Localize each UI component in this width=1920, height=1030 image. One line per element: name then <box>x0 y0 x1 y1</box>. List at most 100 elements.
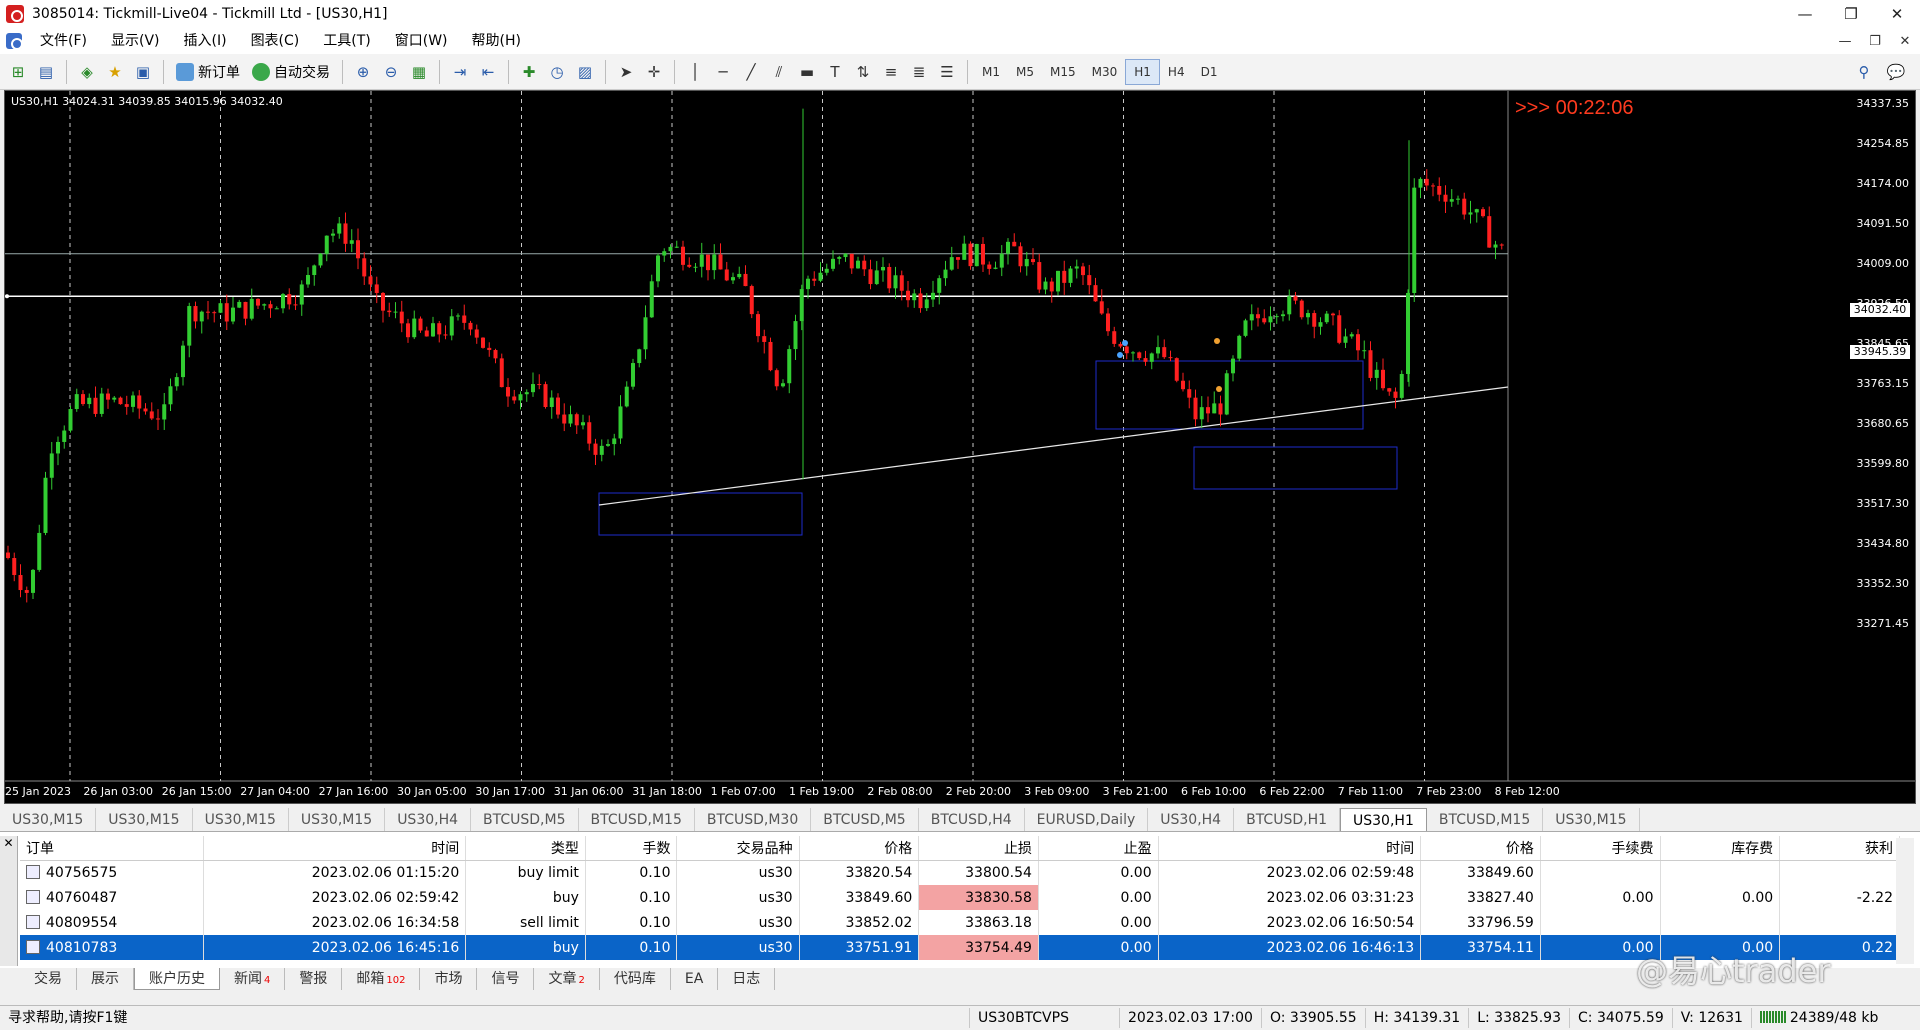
price-chart[interactable]: US30,H1 34024.31 34039.85 34015.96 34032… <box>4 90 1916 804</box>
chart-tab[interactable]: BTCUSD,H4 <box>919 808 1025 831</box>
timeframe-h4[interactable]: H4 <box>1160 59 1193 85</box>
terminal-tab[interactable]: 账户历史 <box>134 968 220 990</box>
terminal-tab[interactable]: 文章 2 <box>534 968 600 990</box>
text-icon[interactable]: T <box>821 58 849 86</box>
timeframe-d1[interactable]: D1 <box>1193 59 1226 85</box>
maximize-button[interactable]: ❐ <box>1828 0 1874 28</box>
column-header[interactable]: 手续费 <box>1540 836 1661 861</box>
chart-tab[interactable]: US30,M15 <box>96 808 193 831</box>
chart-tab[interactable]: US30,M15 <box>193 808 289 831</box>
table-row[interactable]: 40810783 2023.02.06 16:45:16 buy 0.10 us30 33… <box>20 935 1900 960</box>
equidistant-channel-icon[interactable]: ⫽ <box>765 58 793 86</box>
chart-tab[interactable]: US30,H4 <box>385 808 472 831</box>
timeframe-m15[interactable]: M15 <box>1042 59 1084 85</box>
chart-tab[interactable]: BTCUSD,M15 <box>579 808 695 831</box>
chart-tab[interactable]: BTCUSD,M5 <box>471 808 579 831</box>
chat-icon[interactable]: 💬 <box>1882 58 1910 86</box>
terminal-tab[interactable]: 交易 <box>20 968 77 990</box>
mdi-restore-icon[interactable]: ❐ <box>1860 34 1890 49</box>
table-row[interactable]: 40756575 2023.02.06 01:15:20 buy limit 0.10… <box>20 860 1900 885</box>
close-button[interactable]: ✕ <box>1874 0 1920 28</box>
mdi-close-icon[interactable]: ✕ <box>1890 34 1920 49</box>
menu-window[interactable]: 窗口(W) <box>383 28 460 54</box>
new-order-button[interactable]: 新订单 <box>170 58 246 86</box>
vertical-line-icon[interactable]: │ <box>681 58 709 86</box>
zoom-in-icon[interactable]: ⊕ <box>349 58 377 86</box>
terminal-tab[interactable]: 日志 <box>718 968 776 990</box>
chart-tab[interactable]: BTCUSD,M30 <box>695 808 812 831</box>
status-traffic[interactable]: 24389/48 kb <box>1752 1008 1887 1028</box>
terminal-tab[interactable]: 信号 <box>477 968 535 990</box>
terminal-tab[interactable]: 代码库 <box>600 968 671 990</box>
menu-tools[interactable]: 工具(T) <box>311 28 382 54</box>
market-watch-icon[interactable]: ◈ <box>73 58 101 86</box>
indicators-icon[interactable]: ✚ <box>515 58 543 86</box>
timeframe-m30[interactable]: M30 <box>1084 59 1126 85</box>
chart-tab[interactable]: BTCUSD,H1 <box>1234 808 1341 831</box>
menu-insert[interactable]: 插入(I) <box>172 28 239 54</box>
navigator-icon[interactable]: ★ <box>101 58 129 86</box>
search-icon[interactable]: ⚲ <box>1850 58 1878 86</box>
table-row[interactable]: 40809554 2023.02.06 16:34:58 sell limit 0.1… <box>20 910 1900 935</box>
column-header[interactable]: 价格 <box>1420 836 1541 861</box>
chart-tab[interactable]: US30,M15 <box>1543 808 1640 831</box>
terminal-close-icon[interactable]: ✕ <box>0 836 17 850</box>
terminal-tab[interactable]: 邮箱 102 <box>342 968 421 990</box>
table-row[interactable]: 40760487 2023.02.06 02:59:42 buy 0.10 us30 33… <box>20 885 1900 910</box>
status-profile[interactable]: US30BTCVPS <box>970 1008 1120 1028</box>
column-header[interactable]: 库存费 <box>1660 836 1781 861</box>
auto-trading-button[interactable]: 自动交易 <box>246 58 336 86</box>
new-chart-icon[interactable]: ⊞ <box>4 58 32 86</box>
chart-tab[interactable]: BTCUSD,M15 <box>1427 808 1544 831</box>
terminal-tab[interactable]: 警报 <box>285 968 343 990</box>
crosshair-icon[interactable]: ✛ <box>640 58 668 86</box>
timeframe-m5[interactable]: M5 <box>1008 59 1042 85</box>
periods-icon[interactable]: ◷ <box>543 58 571 86</box>
zoom-out-icon[interactable]: ⊖ <box>377 58 405 86</box>
horizontal-line-icon[interactable]: ─ <box>709 58 737 86</box>
mdi-minimize-icon[interactable]: — <box>1830 34 1860 49</box>
column-header[interactable]: 价格 <box>799 836 920 861</box>
profiles-icon[interactable]: ▤ <box>32 58 60 86</box>
fibo-fan-icon[interactable]: ≣ <box>905 58 933 86</box>
arrows-icon[interactable]: ⇅ <box>849 58 877 86</box>
menu-charts[interactable]: 图表(C) <box>239 28 312 54</box>
terminal-scrollbar[interactable] <box>1896 838 1914 964</box>
chart-tab[interactable]: US30,H4 <box>1148 808 1235 831</box>
column-header[interactable]: 手数 <box>585 836 678 861</box>
column-header[interactable]: 类型 <box>465 836 586 861</box>
minimize-button[interactable]: — <box>1782 0 1828 28</box>
chart-tab[interactable]: US30,H1 <box>1340 808 1427 831</box>
fibonacci-icon[interactable]: ≡ <box>877 58 905 86</box>
chart-shift-icon[interactable]: ⇥ <box>446 58 474 86</box>
rectangle-icon[interactable]: ▬ <box>793 58 821 86</box>
autoscroll-icon[interactable]: ⇤ <box>474 58 502 86</box>
chart-tab[interactable]: US30,M15 <box>0 808 97 831</box>
cursor-icon[interactable]: ➤ <box>612 58 640 86</box>
gann-icon[interactable]: ☰ <box>933 58 961 86</box>
templates-icon[interactable]: ▨ <box>571 58 599 86</box>
column-header[interactable]: 订单 <box>20 836 204 861</box>
chart-window-icon[interactable] <box>6 33 23 50</box>
trendline-icon[interactable]: ╱ <box>737 58 765 86</box>
tile-windows-icon[interactable]: ▦ <box>405 58 433 86</box>
chart-tab[interactable]: EURUSD,Daily <box>1025 808 1149 831</box>
column-header[interactable]: 止损 <box>918 836 1039 861</box>
column-header[interactable]: 交易品种 <box>676 836 800 861</box>
terminal-tab[interactable]: EA <box>671 968 719 990</box>
timeframe-h1[interactable]: H1 <box>1125 58 1160 85</box>
chart-tab[interactable]: BTCUSD,M5 <box>811 808 919 831</box>
menu-file[interactable]: 文件(F) <box>28 28 99 54</box>
terminal-tab[interactable]: 新闻 4 <box>220 968 286 990</box>
chart-tab[interactable]: US30,M15 <box>289 808 386 831</box>
column-header[interactable]: 时间 <box>203 836 467 861</box>
column-header[interactable]: 获利 <box>1779 836 1900 861</box>
terminal-tab[interactable]: 市场 <box>420 968 478 990</box>
terminal-tab[interactable]: 展示 <box>77 968 134 990</box>
menu-help[interactable]: 帮助(H) <box>460 28 533 54</box>
column-header[interactable]: 止盈 <box>1038 836 1159 861</box>
terminal-icon[interactable]: ▣ <box>129 58 157 86</box>
timeframe-m1[interactable]: M1 <box>974 59 1008 85</box>
column-header[interactable]: 时间 <box>1158 836 1422 861</box>
menu-view[interactable]: 显示(V) <box>99 28 172 54</box>
